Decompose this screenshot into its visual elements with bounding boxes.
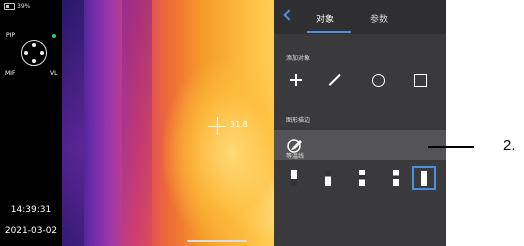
battery-icon: [4, 3, 15, 10]
object-toolbar: [284, 68, 434, 92]
tab-objects[interactable]: 对象: [316, 12, 334, 25]
circle-icon: [372, 74, 385, 87]
status-area: 39%: [4, 3, 30, 10]
battery-percent: 39%: [17, 3, 31, 10]
clock-time: 14:39:31: [10, 205, 52, 215]
isotherm-heading: 等温线: [286, 153, 305, 160]
spot-temperature: 31.8: [230, 120, 248, 129]
isotherm-option-4[interactable]: [384, 166, 408, 190]
isotherm-above-icon: [325, 170, 331, 186]
panel-header: 对象 参数: [274, 0, 446, 34]
isotherm-option-2[interactable]: [316, 166, 340, 190]
crosshair-icon-v: [295, 74, 297, 86]
isotherm-options: [280, 166, 436, 192]
thermal-camera-screen: 39% PIP MIF VL 14:39:31 2021-03-02 31.8 …: [0, 0, 446, 246]
isotherm-interval-icon: [359, 170, 365, 186]
cool-band: [122, 0, 152, 246]
settings-panel: 对象 参数 添加对象 图形描边 等温线: [274, 0, 446, 246]
isotherm-option-1[interactable]: [282, 166, 306, 190]
cold-region: [62, 0, 84, 246]
home-indicator: [187, 240, 247, 242]
active-tab-indicator: [307, 31, 351, 33]
left-status-bar: 39% PIP MIF VL 14:39:31 2021-03-02: [0, 0, 62, 246]
line-icon: [328, 73, 341, 86]
isotherm-band-icon: [393, 170, 399, 186]
callout-label: 2.: [503, 137, 516, 154]
isotherm-full-icon: [421, 171, 427, 186]
rectangle-icon: [414, 74, 427, 87]
mif-label[interactable]: MIF: [5, 70, 15, 77]
shape-edit-heading: 图形描边: [286, 117, 311, 124]
add-line-button[interactable]: [322, 68, 346, 92]
pip-label[interactable]: PIP: [6, 32, 15, 39]
spot-crosshair-icon-vertical: [217, 117, 218, 135]
callout-leader-line: [428, 146, 474, 148]
add-rectangle-button[interactable]: [408, 68, 432, 92]
add-object-heading: 添加对象: [286, 55, 311, 62]
mode-dial[interactable]: [21, 40, 47, 66]
indicator-dot: [52, 34, 56, 38]
thermal-image[interactable]: 31.8: [62, 0, 274, 246]
add-circle-button[interactable]: [366, 68, 390, 92]
tab-parameters[interactable]: 参数: [370, 12, 388, 25]
vl-label[interactable]: VL: [50, 70, 57, 77]
back-icon[interactable]: [283, 9, 295, 21]
add-point-button[interactable]: [284, 68, 308, 92]
isotherm-below-icon: [291, 170, 297, 186]
isotherm-option-5[interactable]: [412, 166, 436, 190]
isotherm-option-3[interactable]: [350, 166, 374, 190]
clock-date: 2021-03-02: [4, 226, 58, 236]
